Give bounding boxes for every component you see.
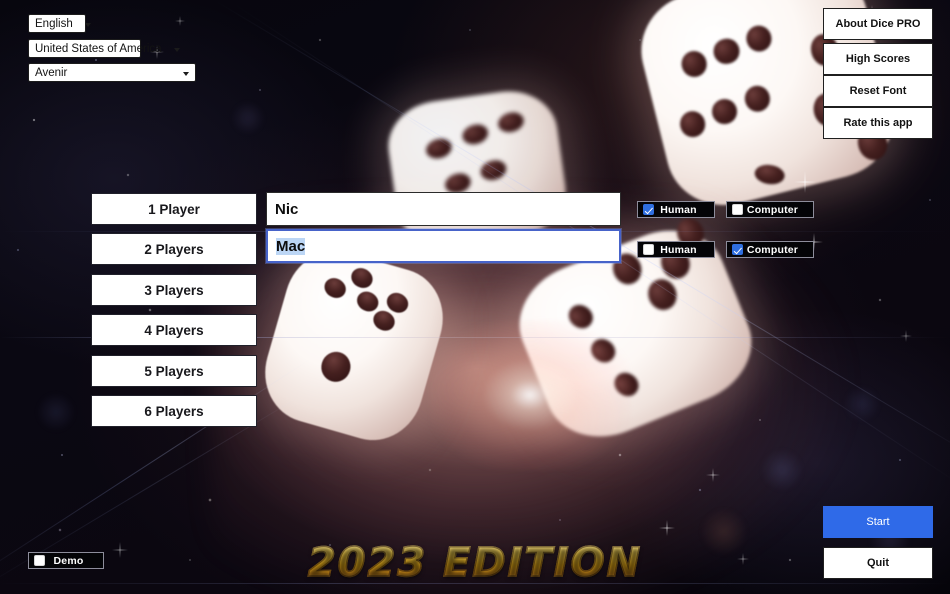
player-name-value-1: Nic bbox=[275, 200, 299, 218]
player-1-computer-checkbox[interactable]: Computer bbox=[726, 201, 814, 218]
country-dropdown[interactable]: United States of America bbox=[28, 39, 180, 58]
player-2-human-checkbox[interactable]: Human bbox=[637, 241, 715, 258]
player-count-button-6[interactable]: 6 Players bbox=[91, 395, 257, 427]
font-dropdown-value: Avenir bbox=[35, 66, 68, 79]
player-count-button-5[interactable]: 5 Players bbox=[91, 355, 257, 387]
country-dropdown-value: United States of America bbox=[35, 42, 162, 55]
chevron-down-icon bbox=[173, 48, 180, 52]
player-2-human-label: Human bbox=[660, 243, 697, 256]
player-count-button-3[interactable]: 3 Players bbox=[91, 274, 257, 306]
player-count-button-1[interactable]: 1 Player bbox=[91, 193, 257, 225]
demo-label: Demo bbox=[53, 554, 84, 567]
about-dice-pro-button[interactable]: About Dice PRO bbox=[823, 8, 933, 40]
player-2-computer-checkbox[interactable]: Computer bbox=[726, 241, 814, 258]
player-name-input-2[interactable]: Mac bbox=[266, 229, 621, 263]
checkbox-icon bbox=[732, 204, 743, 215]
app-window: English United States of America Avenir … bbox=[0, 0, 950, 594]
chevron-down-icon bbox=[84, 23, 91, 27]
player-count-button-2[interactable]: 2 Players bbox=[91, 233, 257, 265]
player-2-computer-label: Computer bbox=[746, 243, 799, 256]
player-1-human-label: Human bbox=[660, 203, 697, 216]
rate-this-app-button[interactable]: Rate this app bbox=[823, 107, 933, 139]
reset-font-button[interactable]: Reset Font bbox=[823, 75, 933, 107]
high-scores-button[interactable]: High Scores bbox=[823, 43, 933, 75]
sparkle-star-icon bbox=[900, 330, 912, 342]
player-count-button-4[interactable]: 4 Players bbox=[91, 314, 257, 346]
language-dropdown[interactable]: English bbox=[28, 14, 91, 33]
quit-button[interactable]: Quit bbox=[823, 547, 933, 579]
player-name-input-1[interactable]: Nic bbox=[266, 192, 621, 226]
demo-checkbox[interactable]: Demo bbox=[28, 552, 104, 569]
chevron-down-icon bbox=[183, 72, 189, 76]
player-1-human-checkbox[interactable]: Human bbox=[637, 201, 715, 218]
checkbox-icon bbox=[34, 555, 45, 566]
sparkle-star-icon bbox=[112, 542, 128, 558]
player-1-computer-label: Computer bbox=[746, 203, 799, 216]
font-dropdown[interactable]: Avenir bbox=[28, 63, 196, 82]
lens-flare-core bbox=[430, 320, 630, 470]
player-name-value-2: Mac bbox=[276, 237, 306, 255]
die-top-center bbox=[382, 84, 572, 253]
checkbox-icon bbox=[643, 204, 654, 215]
checkbox-icon bbox=[732, 244, 743, 255]
checkbox-icon bbox=[643, 244, 654, 255]
language-dropdown-value: English bbox=[35, 17, 73, 30]
start-button[interactable]: Start bbox=[823, 506, 933, 538]
sparkle-star-icon bbox=[175, 16, 185, 26]
die-face bbox=[382, 84, 572, 253]
